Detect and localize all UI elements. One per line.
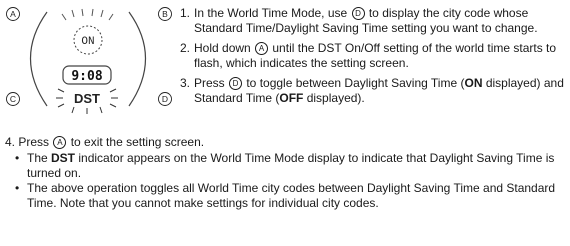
time-display-text: 9:08 bbox=[71, 69, 102, 84]
bezel-ticks bbox=[61, 8, 114, 21]
button-c-label: C bbox=[6, 92, 20, 106]
step-4-line: 4. Press A to exit the setting screen. bbox=[5, 135, 565, 150]
on-indicator-text: ON bbox=[81, 36, 94, 48]
bullet-text: The DST indicator appears on the World T… bbox=[27, 151, 555, 180]
dst-indicator-text: DST bbox=[74, 91, 100, 106]
note-bullets: The DST indicator appears on the World T… bbox=[5, 151, 565, 211]
step-number: 4. bbox=[5, 135, 16, 149]
step-text: Press A to exit the setting screen. bbox=[18, 135, 205, 149]
watch-case-right-arc bbox=[128, 11, 146, 107]
svg-text:D: D bbox=[162, 94, 168, 104]
bold-term: DST bbox=[51, 151, 76, 165]
step-number: 2. bbox=[180, 41, 191, 55]
watch-case-left-arc bbox=[30, 11, 48, 107]
button-a-label: A bbox=[6, 7, 20, 21]
step-1: 1. In the World Time Mode, use D to disp… bbox=[180, 6, 568, 36]
step-text: Hold down A until the DST On/Off setting… bbox=[194, 41, 557, 70]
bullet-text: The above operation toggles all World Ti… bbox=[27, 181, 556, 210]
svg-text:B: B bbox=[162, 9, 168, 19]
bullet-item: The above operation toggles all World Ti… bbox=[5, 181, 565, 211]
bullet-item: The DST indicator appears on the World T… bbox=[5, 151, 565, 181]
button-d-symbol: D bbox=[229, 77, 243, 90]
button-b-label: B bbox=[158, 7, 172, 21]
instruction-steps: 1. In the World Time Mode, use D to disp… bbox=[180, 6, 568, 106]
step-4: 4. Press A to exit the setting screen. T… bbox=[5, 135, 565, 211]
step-3: 3. Press D to toggle between Daylight Sa… bbox=[180, 76, 568, 106]
button-a-symbol: A bbox=[255, 42, 269, 55]
bold-term: ON bbox=[464, 76, 483, 90]
button-a-symbol: A bbox=[53, 136, 67, 149]
step-text: Press D to toggle between Daylight Savin… bbox=[194, 76, 564, 105]
step-number: 3. bbox=[180, 76, 191, 90]
step-2: 2. Hold down A until the DST On/Off sett… bbox=[180, 41, 568, 71]
svg-text:A: A bbox=[10, 9, 16, 19]
button-d-symbol: D bbox=[351, 7, 365, 20]
step-text: In the World Time Mode, use D to display… bbox=[194, 6, 538, 35]
watch-illustration: ON 9:08 DST A B C D bbox=[6, 7, 172, 114]
bold-term: OFF bbox=[279, 91, 304, 105]
svg-text:C: C bbox=[10, 94, 16, 104]
button-d-label: D bbox=[158, 92, 172, 106]
step-number: 1. bbox=[180, 6, 191, 20]
